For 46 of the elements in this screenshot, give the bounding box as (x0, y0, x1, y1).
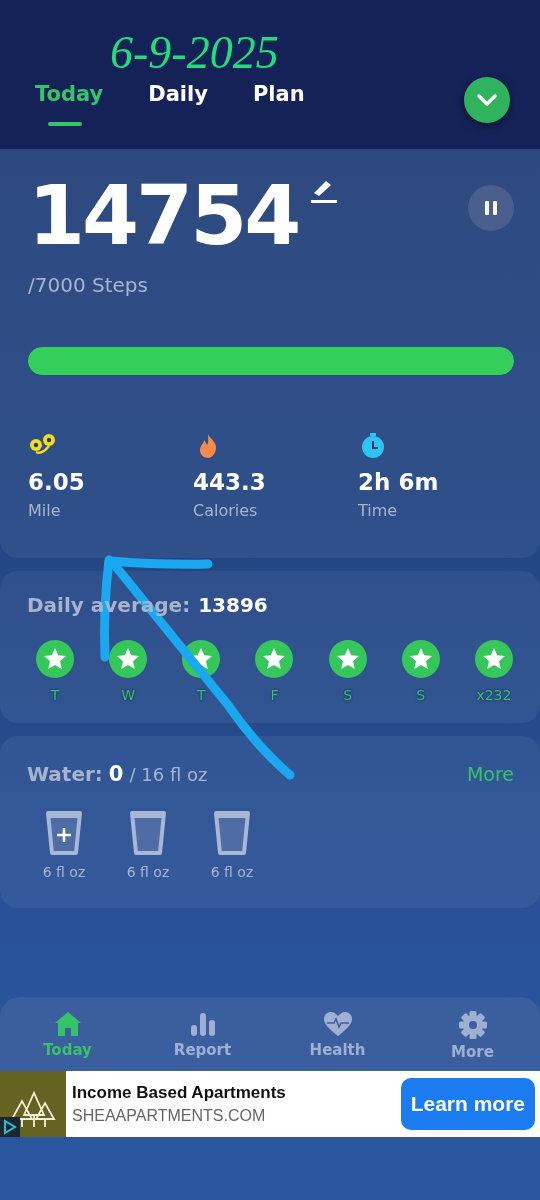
day-label: F (270, 687, 279, 703)
tab[interactable]: Plan (247, 80, 319, 126)
cup-label: 6 fl oz (42, 864, 86, 880)
stat-value: 443.3 (193, 469, 266, 495)
day-label: S (343, 687, 353, 703)
ad-domain: SHEAAPARTMENTS.COM (72, 1107, 267, 1125)
settings-icon (457, 1011, 488, 1039)
day-label: x232 (476, 687, 512, 703)
learn-more-button[interactable]: Learn more (400, 1078, 535, 1130)
tab[interactable]: Daily (143, 80, 222, 126)
cup-icon[interactable] (213, 810, 251, 856)
more-link[interactable]: More (466, 763, 514, 785)
add-cup-icon[interactable] (45, 810, 83, 856)
nav-tab[interactable]: Health (270, 1011, 405, 1071)
ad-choices-icon[interactable] (0, 1117, 20, 1137)
water-amount: 0 (108, 762, 124, 786)
pause-button[interactable] (468, 185, 514, 231)
ad-title: Income Based Apartments (72, 1083, 287, 1103)
trees-logo-icon (0, 1071, 66, 1137)
cup-icon[interactable] (129, 810, 167, 856)
dropdown-button[interactable] (464, 77, 510, 123)
cup-label: 6 fl oz (210, 864, 254, 880)
day-label: T (197, 687, 206, 703)
water-goal: / 16 fl oz (129, 764, 208, 785)
nav-tab[interactable]: More (405, 1011, 540, 1071)
date-note: 6-9-2025 (110, 30, 279, 76)
water-label: Water: (27, 762, 103, 786)
nav-tab[interactable]: Today (0, 1011, 135, 1071)
daily-average-value: 13896 (198, 593, 268, 617)
step-goal: /7000 Steps (28, 273, 149, 297)
tab[interactable]: Today (30, 80, 118, 126)
pause-icon (483, 200, 499, 216)
stat-label: Mile (28, 501, 61, 520)
heartbeat-icon (322, 1011, 353, 1037)
step-count: 14754 (28, 175, 299, 257)
stat-label: Calories (193, 501, 258, 520)
nav-tab[interactable]: Report (135, 1011, 270, 1071)
day-label: S (416, 687, 426, 703)
pencil-icon[interactable] (310, 179, 339, 205)
chevron-down-icon (476, 93, 498, 107)
cup-label: 6 fl oz (126, 864, 170, 880)
day-label: T (50, 687, 60, 703)
stat-value: 2h 6m (358, 469, 439, 495)
stat-value: 6.05 (28, 469, 85, 495)
day-label: W (121, 687, 136, 703)
stat-label: Time (358, 501, 398, 520)
